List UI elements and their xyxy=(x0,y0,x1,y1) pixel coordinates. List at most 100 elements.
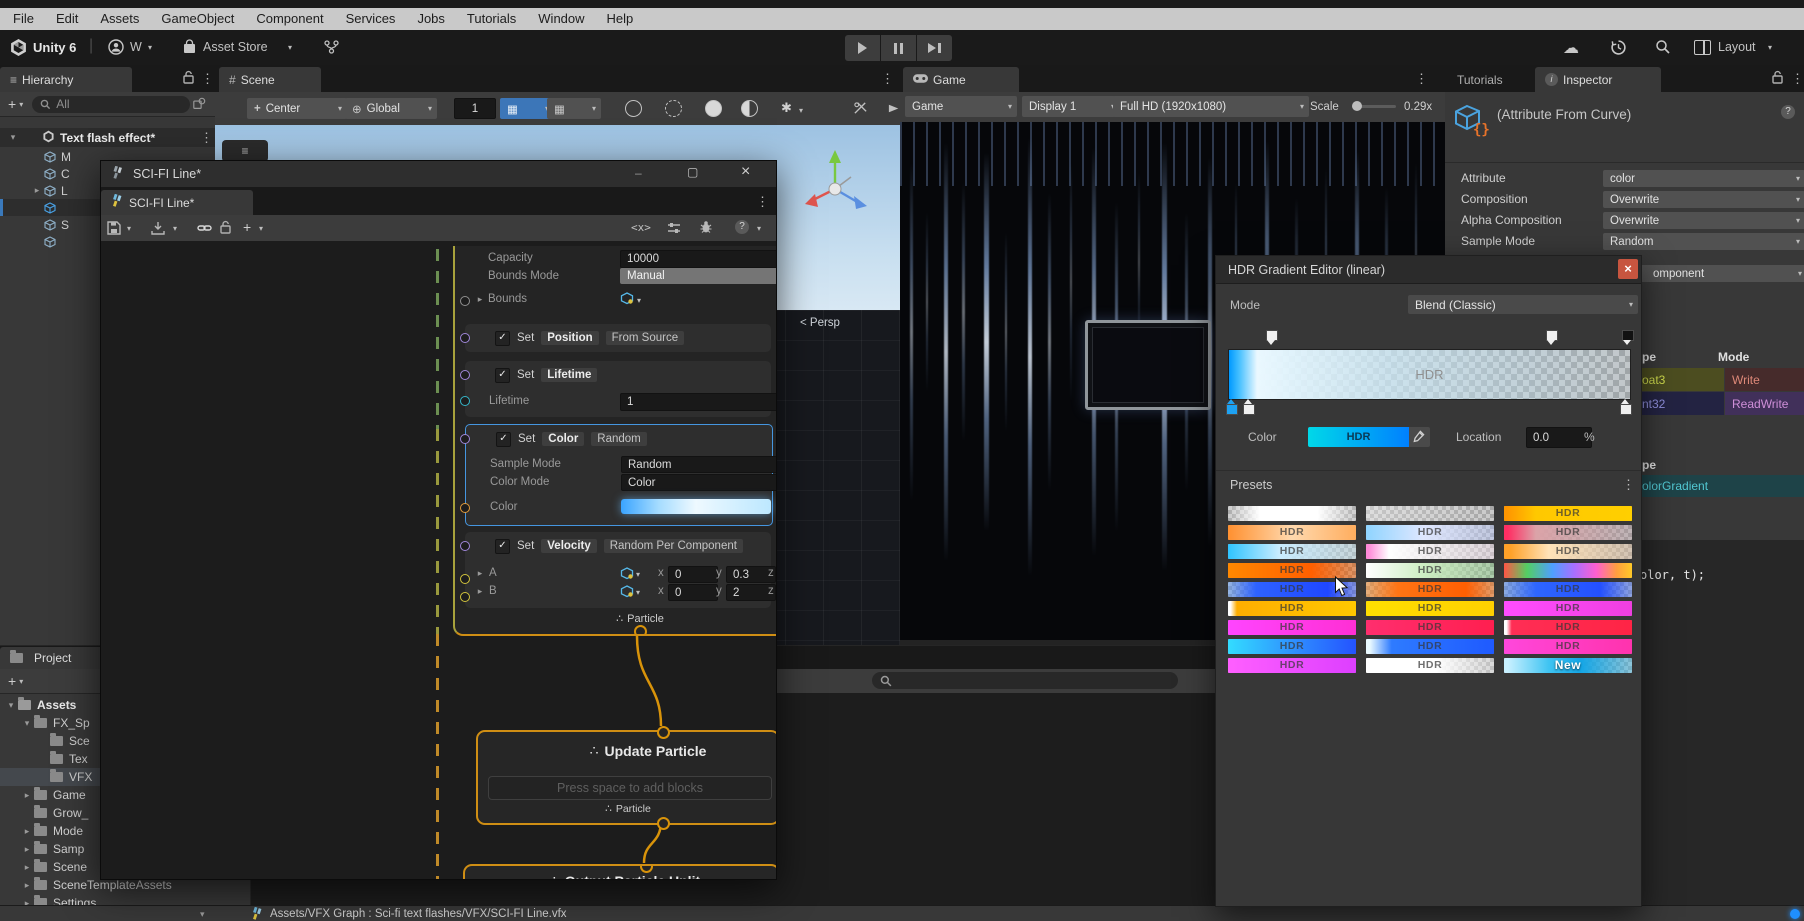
vfx-add-button[interactable]: + xyxy=(243,219,251,235)
add-dropdown-icon[interactable]: ▾ xyxy=(19,100,23,109)
set-position-block[interactable]: ✓ Set Position From Source xyxy=(465,324,771,352)
play-button[interactable] xyxy=(845,35,880,61)
gradient-preset[interactable] xyxy=(1366,506,1494,521)
gradient-preset[interactable]: HDR xyxy=(1228,658,1356,673)
status-expand-icon[interactable]: ▾ xyxy=(200,909,205,920)
game-panel-kebab-icon[interactable]: ⋮ xyxy=(1415,71,1428,87)
scene-hidden-objects-icon[interactable] xyxy=(853,101,868,119)
color-stop[interactable] xyxy=(1243,399,1255,415)
lifetime-field[interactable]: 1 xyxy=(620,393,776,411)
cloud-icon[interactable]: ☁ xyxy=(1563,38,1579,58)
expand-icon[interactable]: ▾ xyxy=(6,132,20,143)
search-by-type-icon[interactable] xyxy=(193,97,206,113)
scene-lighting-toggle-icon[interactable] xyxy=(625,100,642,117)
gradient-preset[interactable]: HDR xyxy=(1366,639,1494,654)
scene-effects-toggle-icon[interactable]: ✱ xyxy=(781,100,792,116)
account-icon[interactable] xyxy=(108,39,124,58)
menu-item[interactable]: Assets xyxy=(89,8,150,30)
save-icon[interactable] xyxy=(107,221,121,238)
project-expand-icon[interactable]: ▸ xyxy=(20,790,34,801)
inspector-kebab-icon[interactable]: ⋮ xyxy=(1791,71,1804,87)
eyedropper-button[interactable] xyxy=(1409,427,1430,447)
account-label[interactable]: W xyxy=(130,40,142,54)
hierarchy-search-input[interactable]: All xyxy=(32,95,191,113)
velocity-a-port[interactable] xyxy=(460,574,470,584)
display-dropdown[interactable]: Display 1▾ xyxy=(1022,96,1120,117)
mode-dropdown[interactable]: Blend (Classic) ▾ xyxy=(1408,295,1638,314)
gradient-preset[interactable]: HDR xyxy=(1228,525,1356,540)
gradient-preset[interactable]: HDR xyxy=(1366,563,1494,578)
menu-item[interactable]: GameObject xyxy=(150,8,245,30)
gradient-preset[interactable]: HDR xyxy=(1504,639,1632,654)
pause-button[interactable] xyxy=(881,35,916,61)
gradient-preset[interactable]: HDR xyxy=(1504,582,1632,597)
scene-panel-kebab-icon[interactable]: ⋮ xyxy=(881,71,894,87)
bounds-port[interactable] xyxy=(460,296,470,306)
status-path[interactable]: Assets/VFX Graph : Sci-fi text flashes/V… xyxy=(270,908,567,920)
gradient-preset[interactable]: HDR xyxy=(1366,601,1494,616)
lifetime-value-port[interactable] xyxy=(460,396,470,406)
increment-snap-toggle[interactable]: ▦ ▾ xyxy=(547,98,601,119)
color-stop[interactable] xyxy=(1620,399,1632,415)
scale-slider[interactable] xyxy=(1352,101,1396,111)
capacity-field[interactable]: 10000 xyxy=(620,250,776,268)
scene-camera-icon[interactable] xyxy=(887,101,900,119)
alpha-stop[interactable] xyxy=(1266,330,1278,345)
minimize-icon[interactable]: – xyxy=(635,166,642,180)
alpha-stop-black[interactable] xyxy=(1622,330,1634,345)
debug-bug-icon[interactable] xyxy=(699,220,713,237)
gradient-preset[interactable]: HDR xyxy=(1504,525,1632,540)
checkbox-checked-icon[interactable]: ✓ xyxy=(495,330,510,346)
initialize-particle-node[interactable]: Capacity 10000 Bounds Mode Manual ▸ Boun… xyxy=(453,246,776,636)
add-button[interactable]: + xyxy=(8,96,16,112)
project-expand-icon[interactable]: ▾ xyxy=(4,700,18,711)
maximize-icon[interactable]: ▢ xyxy=(687,165,698,179)
scene-audio-toggle-icon[interactable] xyxy=(665,100,682,117)
a-x-field[interactable]: 0 xyxy=(668,566,718,583)
gradient-preset[interactable]: HDR xyxy=(1504,601,1632,616)
inspector-lock-icon[interactable] xyxy=(1771,70,1784,87)
b-space-icon[interactable] xyxy=(620,585,634,601)
initialize-output-port[interactable] xyxy=(634,625,647,634)
set-color-port[interactable] xyxy=(460,434,470,444)
tab-tutorials[interactable]: Tutorials xyxy=(1447,67,1513,92)
import-icon[interactable] xyxy=(151,221,165,238)
set-velocity-port[interactable] xyxy=(460,541,470,551)
hierarchy-scene-row[interactable]: ▾ Text flash effect* ⋮ xyxy=(0,128,215,147)
link-icon[interactable] xyxy=(197,221,212,238)
set-lifetime-block[interactable]: ✓ Set Lifetime Lifetime 1 xyxy=(465,361,776,417)
presets-kebab-icon[interactable]: ⋮ xyxy=(1622,477,1635,493)
update-input-port[interactable] xyxy=(657,726,670,739)
kebab-icon[interactable]: ⋮ xyxy=(201,71,214,87)
effects-dropdown-icon[interactable]: ▾ xyxy=(799,106,803,115)
header-kebab-icon[interactable]: ⋮ xyxy=(1799,104,1804,120)
tab-project[interactable]: Project xyxy=(0,647,116,669)
game-mode-dropdown[interactable]: Game ▾ xyxy=(905,96,1017,117)
gradient-preset[interactable]: HDR xyxy=(1504,506,1632,521)
dialog-close-button[interactable]: × xyxy=(1618,259,1638,279)
snap-value-field[interactable]: 1 xyxy=(454,98,496,119)
tool-handle-rotation-dropdown[interactable]: ⊕ Global ▾ xyxy=(345,98,437,119)
import-dropdown-icon[interactable]: ▾ xyxy=(173,224,177,233)
gradient-preset[interactable]: New xyxy=(1504,658,1632,673)
project-expand-icon[interactable]: ▸ xyxy=(20,844,34,855)
velocity-b-port[interactable] xyxy=(460,592,470,602)
field-dropdown[interactable]: Random ▾ xyxy=(1603,233,1804,250)
project-expand-icon[interactable]: ▸ xyxy=(20,862,34,873)
a-space-icon[interactable] xyxy=(620,567,634,583)
layout-icon[interactable] xyxy=(1694,40,1711,55)
vfx-help-icon[interactable]: ? xyxy=(735,220,749,234)
resolution-dropdown[interactable]: Full HD (1920x1080) ▾ xyxy=(1113,96,1309,117)
scene-overlays-pill[interactable]: ≡ xyxy=(222,140,268,162)
field-dropdown[interactable]: Overwrite ▾ xyxy=(1603,212,1804,229)
save-dropdown-icon[interactable]: ▾ xyxy=(127,224,131,233)
gradient-preset[interactable]: HDR xyxy=(1366,544,1494,559)
color-stop-selected[interactable] xyxy=(1226,399,1238,415)
asset-store-label[interactable]: Asset Store xyxy=(203,40,268,54)
set-position-port[interactable] xyxy=(460,333,470,343)
field-dropdown[interactable]: color ▾ xyxy=(1603,170,1804,187)
menu-item[interactable]: File xyxy=(2,8,45,30)
field-dropdown[interactable]: Overwrite ▾ xyxy=(1603,191,1804,208)
color-value-port[interactable] xyxy=(460,503,470,513)
vfx-add-dropdown-icon[interactable]: ▾ xyxy=(259,224,263,233)
